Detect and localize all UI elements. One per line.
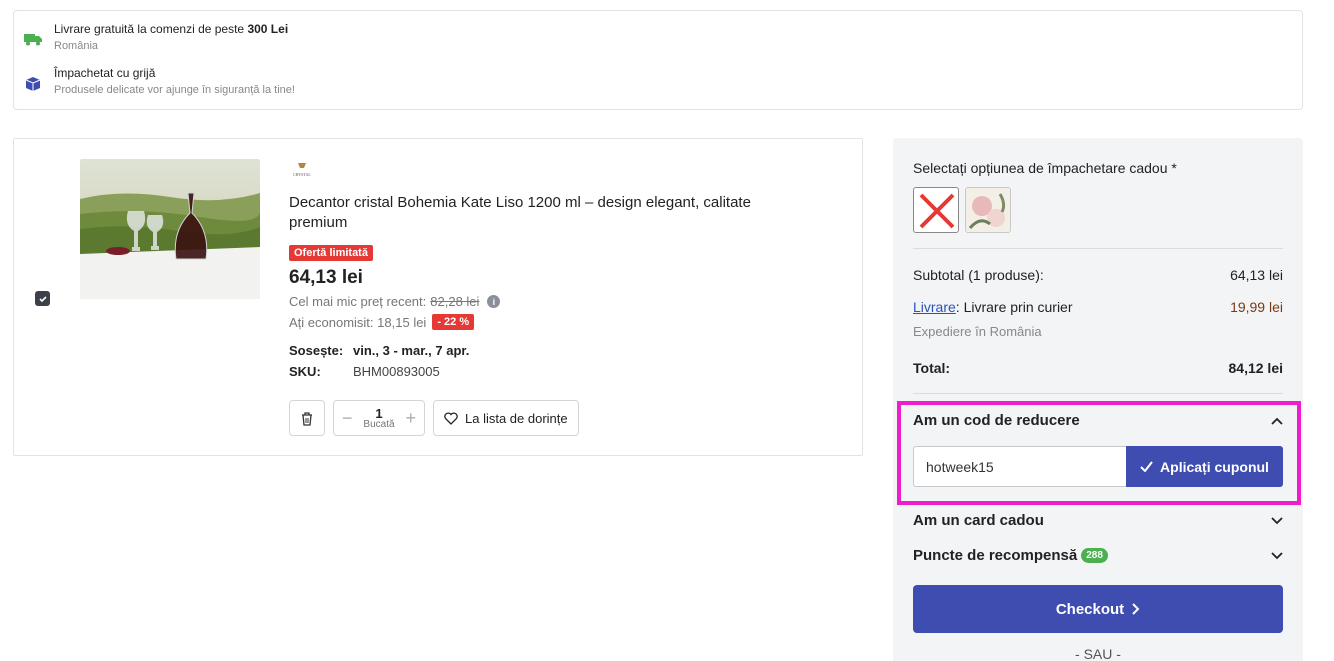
discount-badge: - 22 % [432,314,475,330]
cart-item-card: CRYSTAL Decantor cristal Bohemia Kate Li… [13,138,863,456]
coupon-heading: Am un cod de reducere [913,412,1080,429]
quantity-stepper: − 1 Bucată + [333,400,425,436]
chevron-right-icon [1132,603,1140,615]
gift-wrap-floral-option[interactable] [965,187,1011,233]
gift-wrap-label: Selectați opțiunea de împachetare cadou … [913,160,1177,176]
no-wrap-icon [919,193,955,229]
chevron-down-icon [1271,551,1283,559]
sku-row: SKU: BHM00893005 [289,364,440,379]
total-value: 84,12 lei [1228,360,1284,376]
item-select-checkbox[interactable] [35,291,50,306]
total-row: Total: 84,12 lei [913,360,1283,376]
free-shipping-row: Livrare gratuită la comenzi de peste 300… [24,22,288,53]
shipping-link[interactable]: Livrare [913,299,956,315]
delivery-row: Sosește: vin., 3 - mar., 7 apr. [289,343,469,358]
checkout-button[interactable]: Checkout [913,585,1283,633]
floral-wrap-icon [966,188,1010,232]
quantity-unit: Bucată [363,418,395,430]
coupon-accordion-header[interactable]: Am un cod de reducere [913,412,1283,429]
truck-icon [24,34,42,46]
trash-icon [302,411,312,426]
limited-offer-badge: Ofertă limitată [289,245,373,261]
savings-label: Ați economisit: [289,314,374,330]
savings-amount: 18,15 lei [377,314,427,330]
svg-text:CRYSTAL: CRYSTAL [293,172,311,177]
product-price: 64,13 lei [289,267,363,288]
order-summary-panel: Selectați opțiunea de împachetare cadou … [893,138,1303,661]
chevron-down-icon [1271,516,1283,524]
free-shipping-subtitle: România [54,40,99,52]
summary-divider [913,248,1283,249]
decrease-quantity-button[interactable]: − [342,409,353,427]
recent-old-price: 82,28 lei [430,294,480,309]
sku-label: SKU: [289,364,321,379]
chevron-up-icon [1271,417,1283,425]
subtotal-label: Subtotal (1 produse): [913,267,1044,283]
shipping-label: : Livrare prin curier [955,299,1073,315]
reward-points-accordion[interactable]: Puncte de recompensă 288 [913,547,1283,564]
recent-price-label: Cel mai mic preț recent: [289,294,427,309]
total-label: Total: [913,360,951,376]
wishlist-button[interactable]: La lista de dorințe [433,400,579,436]
increase-quantity-button[interactable]: + [405,409,416,427]
apply-coupon-label: Aplicați cuponul [1160,458,1269,475]
packed-subtitle: Produsele delicate vor ajunge în siguran… [54,84,295,96]
info-icon[interactable]: i [487,295,501,308]
coupon-code-input[interactable] [913,446,1127,487]
shipping-value: 19,99 lei [1230,299,1283,315]
product-image[interactable] [80,159,260,299]
item-actions: − 1 Bucată + La lista de dorințe [289,400,579,436]
gift-card-heading: Am un card cadou [913,512,1044,529]
box-icon [25,77,41,91]
sku-value: BHM00893005 [353,364,440,379]
apply-coupon-button[interactable]: Aplicați cuponul [1126,446,1283,487]
subtotal-value: 64,13 lei [1230,267,1283,283]
remove-item-button[interactable] [289,400,325,436]
shipping-subtitle: Expediere în România [913,324,1042,339]
subtotal-row: Subtotal (1 produse): 64,13 lei [913,267,1283,283]
recent-price-row: Cel mai mic preț recent: 82,28 lei i [289,294,501,309]
points-badge: 288 [1081,548,1108,563]
heart-icon [444,411,458,425]
free-shipping-title: Livrare gratuită la comenzi de peste 300… [54,22,289,36]
summary-divider [913,393,1283,394]
wishlist-label: La lista de dorințe [465,410,568,426]
checkout-label: Checkout [1055,600,1125,618]
delivery-value: vin., 3 - mar., 7 apr. [353,343,470,358]
decanter-photo [80,159,260,299]
shipping-row: Livrare: Livrare prin curier 19,99 lei [913,299,1283,315]
reward-points-heading: Puncte de recompensă [913,547,1078,564]
shipping-info-box: Livrare gratuită la comenzi de peste 300… [13,10,1303,110]
gift-wrap-none-option[interactable] [913,187,959,233]
quantity-display[interactable]: 1 Bucată [363,407,394,430]
packed-row: Împachetat cu grijă Produsele delicate v… [24,66,295,97]
brand-logo: CRYSTAL [293,163,311,177]
or-separator: - SAU - [1075,646,1121,661]
savings-row: Ați economisit: 18,15 lei - 22 % [289,314,475,330]
gift-card-accordion[interactable]: Am un card cadou [913,512,1283,529]
check-icon [38,295,47,302]
product-title[interactable]: Decantor cristal Bohemia Kate Liso 1200 … [289,193,809,233]
delivery-label: Sosește: [289,343,344,358]
packed-title: Împachetat cu grijă [54,66,156,80]
quantity-value: 1 [375,405,383,421]
check-icon [1140,461,1153,472]
